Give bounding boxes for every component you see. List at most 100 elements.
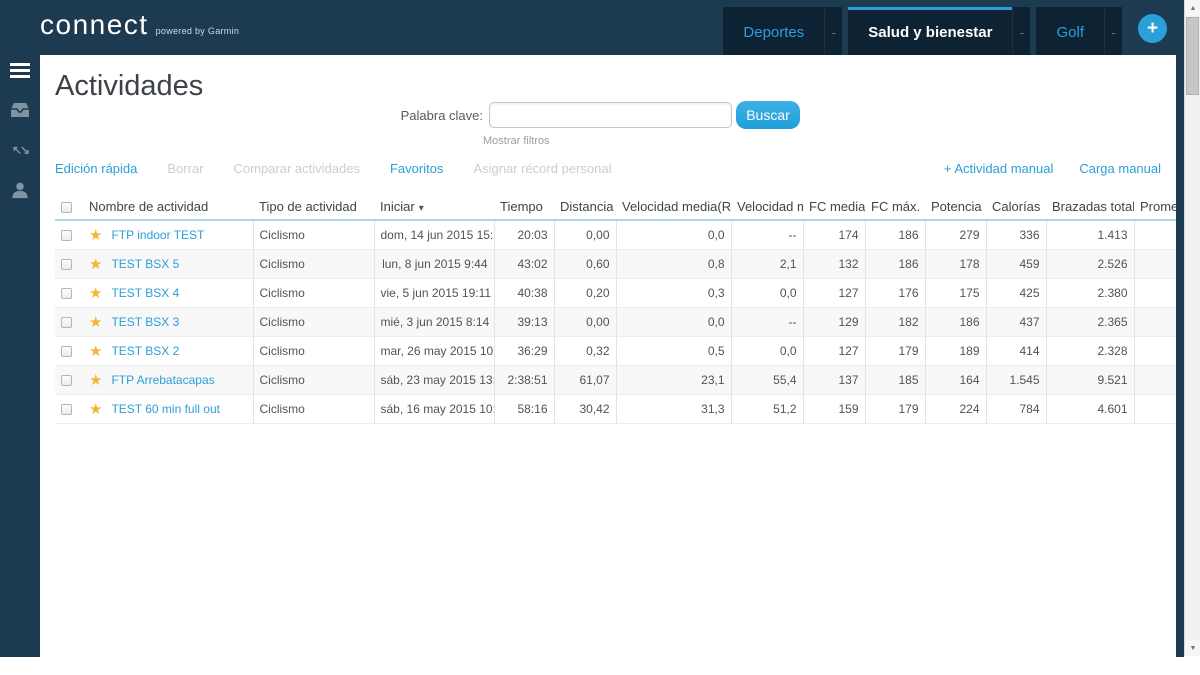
row-checkbox[interactable] xyxy=(61,230,72,241)
distance-cell: 0,32 xyxy=(554,337,616,366)
col-distance[interactable]: Distancia xyxy=(554,196,616,220)
top-header: connect powered by Garmin Deportes - Sal… xyxy=(0,0,1184,55)
activities-table: Nombre de actividad Tipo de actividad In… xyxy=(55,196,1176,424)
row-checkbox[interactable] xyxy=(61,288,72,299)
search-label: Palabra clave: xyxy=(395,108,483,123)
time-cell: 58:16 xyxy=(494,395,554,424)
avg-speed-cell: 0,5 xyxy=(616,337,731,366)
table-row: ★TEST BSX 3 Ciclismo mié, 3 jun 2015 8:1… xyxy=(55,308,1176,337)
col-calories[interactable]: Calorías xyxy=(986,196,1046,220)
truncated-cell xyxy=(1134,366,1176,395)
activity-name-link[interactable]: TEST BSX 4 xyxy=(111,286,179,300)
user-icon[interactable] xyxy=(0,179,40,201)
time-cell: 40:38 xyxy=(494,279,554,308)
activity-name-link[interactable]: TEST BSX 2 xyxy=(111,344,179,358)
favorite-star-icon[interactable]: ★ xyxy=(89,256,102,273)
manual-action-link-1[interactable]: Carga manual xyxy=(1079,161,1161,176)
favorite-star-icon[interactable]: ★ xyxy=(89,343,102,360)
favorite-star-icon[interactable]: ★ xyxy=(89,372,102,389)
tab-deportes[interactable]: Deportes xyxy=(723,7,824,55)
logo-tagline: powered by Garmin xyxy=(156,26,240,36)
search-button[interactable]: Buscar xyxy=(736,101,800,129)
col-activity-type[interactable]: Tipo de actividad xyxy=(253,196,374,220)
row-select-cell xyxy=(55,250,83,279)
tab-golf[interactable]: Golf xyxy=(1036,7,1104,55)
favorite-star-icon[interactable]: ★ xyxy=(89,227,102,244)
action-bar-right: + Actividad manual Carga manual xyxy=(944,161,1161,176)
activity-name-link[interactable]: FTP Arrebatacapas xyxy=(111,373,214,387)
favorite-star-icon[interactable]: ★ xyxy=(89,401,102,418)
activity-type-cell: Ciclismo xyxy=(253,220,374,250)
max-speed-cell: 2,1 xyxy=(731,250,803,279)
strokes-cell: 1.413 xyxy=(1046,220,1134,250)
inbox-icon[interactable] xyxy=(0,99,40,121)
col-max-hr[interactable]: FC máx. xyxy=(865,196,925,220)
scrollbar-thumb[interactable] xyxy=(1186,17,1199,95)
table-row: ★TEST BSX 2 Ciclismo mar, 26 may 2015 10… xyxy=(55,337,1176,366)
col-power[interactable]: Potencia m xyxy=(925,196,986,220)
truncated-cell xyxy=(1134,308,1176,337)
action-link-4: Asignar récord personal xyxy=(473,161,611,176)
action-link-1: Borrar xyxy=(167,161,203,176)
row-checkbox[interactable] xyxy=(61,259,72,270)
connect-logo[interactable]: connect powered by Garmin xyxy=(40,10,239,40)
col-max-speed[interactable]: Velocidad má xyxy=(731,196,803,220)
show-filters-link[interactable]: Mostrar filtros xyxy=(483,135,550,147)
row-checkbox[interactable] xyxy=(61,317,72,328)
col-avg-speed[interactable]: Velocidad media(Ritm xyxy=(616,196,731,220)
menu-icon[interactable] xyxy=(0,59,40,81)
col-avg-hr[interactable]: FC media xyxy=(803,196,865,220)
col-total-strokes[interactable]: Brazadas total xyxy=(1046,196,1134,220)
sync-arrows-icon[interactable]: ↖↘ xyxy=(0,139,40,161)
activity-name-link[interactable]: TEST BSX 5 xyxy=(111,257,179,271)
activity-name-link[interactable]: TEST 60 min full out xyxy=(111,402,220,416)
search-input[interactable] xyxy=(489,102,732,128)
col-start[interactable]: Iniciar▾ xyxy=(374,196,494,220)
tab-golf-menu-toggle[interactable]: - xyxy=(1104,7,1122,55)
activity-name-link[interactable]: TEST BSX 3 xyxy=(111,315,179,329)
col-activity-name[interactable]: Nombre de actividad xyxy=(83,196,253,220)
manual-action-link-0[interactable]: + Actividad manual xyxy=(944,161,1053,176)
row-checkbox[interactable] xyxy=(61,346,72,357)
tab-salud-y-bienestar[interactable]: Salud y bienestar xyxy=(848,7,1012,55)
col-time[interactable]: Tiempo xyxy=(494,196,554,220)
action-link-0[interactable]: Edición rápida xyxy=(55,161,137,176)
activity-type-cell: Ciclismo xyxy=(253,250,374,279)
sort-caret-icon: ▾ xyxy=(419,203,424,214)
max-hr-cell: 186 xyxy=(865,220,925,250)
truncated-cell xyxy=(1134,395,1176,424)
time-cell: 20:03 xyxy=(494,220,554,250)
power-cell: 189 xyxy=(925,337,986,366)
col-truncated[interactable]: Prome xyxy=(1134,196,1176,220)
max-speed-cell: 55,4 xyxy=(731,366,803,395)
scrollbar-up-arrow[interactable]: ▲ xyxy=(1185,0,1200,16)
calories-cell: 437 xyxy=(986,308,1046,337)
activity-name-link[interactable]: FTP indoor TEST xyxy=(111,228,204,242)
table-row: ★FTP indoor TEST Ciclismo dom, 14 jun 20… xyxy=(55,220,1176,250)
add-tab-button[interactable]: + xyxy=(1138,14,1167,43)
max-speed-cell: -- xyxy=(731,308,803,337)
calories-cell: 1.545 xyxy=(986,366,1046,395)
row-checkbox[interactable] xyxy=(61,375,72,386)
row-checkbox[interactable] xyxy=(61,404,72,415)
distance-cell: 61,07 xyxy=(554,366,616,395)
select-all-checkbox[interactable] xyxy=(61,202,72,213)
start-cell: sáb, 16 may 2015 10:28 xyxy=(374,395,494,424)
start-cell: mié, 3 jun 2015 8:14 xyxy=(374,308,494,337)
strokes-cell: 2.328 xyxy=(1046,337,1134,366)
activity-type-cell: Ciclismo xyxy=(253,366,374,395)
time-cell: 2:38:51 xyxy=(494,366,554,395)
favorite-star-icon[interactable]: ★ xyxy=(89,314,102,331)
distance-cell: 0,60 xyxy=(554,250,616,279)
tab-deportes-menu-toggle[interactable]: - xyxy=(824,7,842,55)
scrollbar-down-arrow[interactable]: ▼ xyxy=(1185,640,1200,656)
avg-speed-cell: 0,3 xyxy=(616,279,731,308)
vertical-scrollbar[interactable]: ▲ ▼ xyxy=(1184,0,1200,656)
avg-hr-cell: 132 xyxy=(803,250,865,279)
power-cell: 175 xyxy=(925,279,986,308)
row-select-cell xyxy=(55,366,83,395)
favorite-star-icon[interactable]: ★ xyxy=(89,285,102,302)
max-hr-cell: 186 xyxy=(865,250,925,279)
action-link-3[interactable]: Favoritos xyxy=(390,161,443,176)
tab-salud-menu-toggle[interactable]: - xyxy=(1012,7,1030,55)
